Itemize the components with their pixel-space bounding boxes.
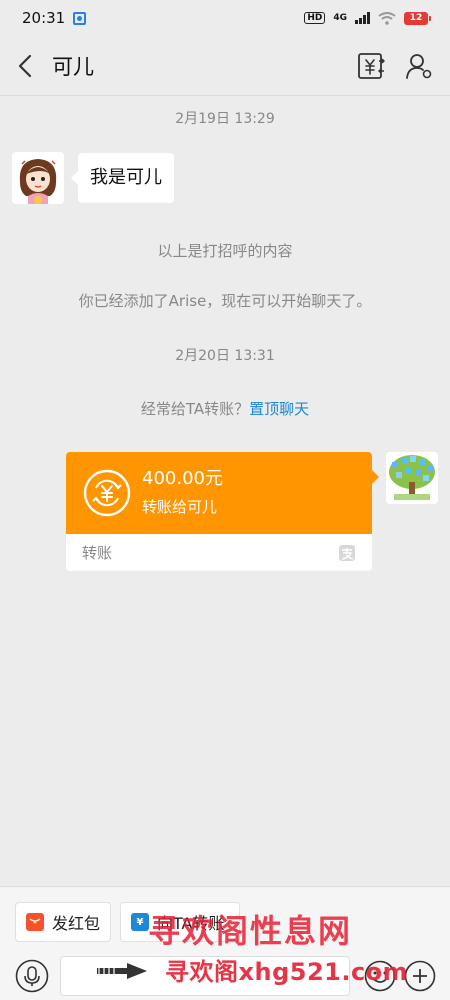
notification-app-icon [73,11,87,25]
pin-prompt-text: 经常给TA转账？ [140,400,250,418]
red-packet-label: 发红包 [52,914,101,933]
wifi-icon [378,11,396,25]
message-input[interactable] [60,956,350,996]
transfer-description: 转账给可儿 [142,498,218,516]
transfer-card-body[interactable]: 400.00元 转账给可儿 [66,452,379,534]
transfer-button[interactable] [356,51,386,81]
transfer-card-footer: 转账 [66,534,372,571]
transfer-amount: 400.00元 [142,468,223,489]
status-time: 20:31 [22,9,66,27]
status-indicators: HD 4G 12 [304,11,431,25]
input-row [0,951,450,1000]
transfer-to-ta-label: 向TA转账 [157,914,225,933]
transfer-icon: ¥ [131,913,149,931]
pin-chat-prompt: 经常给TA转账？置顶聊天 [0,398,450,419]
transfer-footer-label: 转账 [82,544,113,562]
alipay-logo-icon [339,544,355,561]
chat-header: 可儿 [0,36,450,96]
transfer-to-ta-button[interactable]: ¥ 向TA转账 [120,902,240,942]
send-red-packet-button[interactable]: 发红包 [15,902,111,942]
family-tree-avatar [386,452,438,504]
message-timestamp: 2月19日 13:29 [175,111,275,127]
more-actions-button[interactable] [402,958,438,994]
user-avatar[interactable] [386,452,438,504]
transfer-yen-icon [83,469,131,517]
cartoon-girl-avatar [12,152,64,204]
smiley-icon [364,960,396,992]
message-timestamp: 2月20日 13:31 [175,348,275,364]
status-bar: 20:31 HD 4G 12 [0,0,450,36]
contact-settings-icon [406,53,432,79]
signal-icon [355,12,370,24]
plus-icon [404,960,436,992]
pin-chat-link[interactable]: 置顶聊天 [249,400,309,418]
hd-badge: HD [304,12,326,24]
microphone-icon [15,959,49,993]
system-message: 你已经添加了Arise，现在可以开始聊天了。 [78,292,372,310]
back-button[interactable] [0,36,50,96]
emoji-button[interactable] [362,958,398,994]
transfer-message-card[interactable]: 400.00元 转账给可儿 转账 [66,452,379,571]
page-title: 可儿 [52,54,94,79]
voice-input-button[interactable] [12,956,52,996]
red-packet-icon [26,913,44,931]
network-type: 4G [333,12,347,23]
contact-avatar[interactable] [12,152,64,204]
message-bubble[interactable]: 我是可儿 [71,153,174,203]
yen-transfer-icon [358,52,385,79]
battery-icon: 12 [404,11,431,25]
contact-profile-button[interactable] [404,51,434,81]
system-message: 以上是打招呼的内容 [157,242,293,260]
chevron-left-icon [18,54,32,77]
bottom-input-panel: 发红包 ¥ 向TA转账 [0,886,450,1000]
